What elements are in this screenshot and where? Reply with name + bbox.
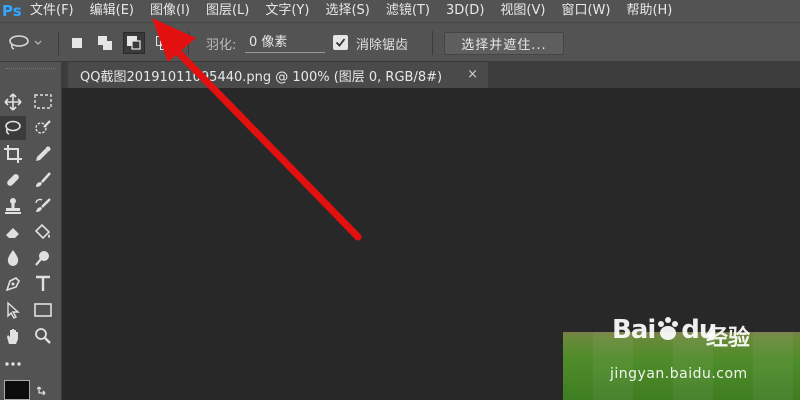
rectangle-tool[interactable] bbox=[30, 298, 56, 322]
hand-icon bbox=[7, 329, 18, 344]
menu-filter[interactable]: 滤镜(T) bbox=[378, 0, 438, 22]
menu-image[interactable]: 图像(I) bbox=[142, 0, 198, 22]
menu-select[interactable]: 选择(S) bbox=[317, 0, 377, 22]
blur-tool[interactable] bbox=[0, 246, 26, 270]
separator bbox=[58, 31, 59, 55]
panel-grip bbox=[6, 68, 56, 72]
hand-tool[interactable] bbox=[0, 324, 26, 348]
paw-icon bbox=[658, 317, 679, 340]
healing-brush-tool[interactable] bbox=[0, 168, 26, 192]
add-selection-icon bbox=[98, 36, 112, 50]
crop-icon bbox=[4, 145, 22, 163]
menu-3d[interactable]: 3D(D) bbox=[438, 0, 492, 22]
feather-label: 羽化: bbox=[206, 38, 237, 53]
paint-bucket-icon bbox=[34, 223, 51, 240]
tools-panel bbox=[0, 62, 62, 400]
quick-select-icon bbox=[35, 120, 51, 134]
separator bbox=[188, 31, 189, 55]
magnifier-handle-icon bbox=[35, 251, 49, 266]
brush-icon bbox=[36, 172, 51, 187]
select-and-mask-button[interactable]: 选择并遮住... bbox=[444, 32, 564, 55]
paint-bucket-tool[interactable] bbox=[30, 220, 56, 244]
rectangle-icon bbox=[34, 303, 52, 317]
foreground-color-swatch[interactable] bbox=[2, 380, 32, 400]
move-icon bbox=[4, 93, 22, 111]
eyedropper-tool[interactable] bbox=[30, 142, 56, 166]
zoom-icon bbox=[35, 328, 51, 344]
drop-icon bbox=[7, 250, 19, 266]
new-selection-icon bbox=[72, 38, 82, 48]
menu-bar: Ps 文件(F) 编辑(E) 图像(I) 图层(L) 文字(Y) 选择(S) 滤… bbox=[0, 0, 800, 22]
eyedropper-icon bbox=[36, 146, 51, 161]
menu-help[interactable]: 帮助(H) bbox=[618, 0, 680, 22]
history-brush-tool[interactable] bbox=[30, 194, 56, 218]
menu-window[interactable]: 窗口(W) bbox=[553, 0, 618, 22]
photoshop-logo: Ps bbox=[2, 2, 22, 20]
eraser-icon bbox=[6, 228, 19, 238]
lasso-icon bbox=[5, 120, 21, 135]
foreground-color-chip bbox=[4, 380, 30, 400]
add-to-selection-button[interactable] bbox=[94, 32, 116, 54]
menu-layer[interactable]: 图层(L) bbox=[198, 0, 257, 22]
eraser-tool[interactable] bbox=[0, 220, 26, 244]
pen-tool[interactable] bbox=[0, 272, 26, 296]
menu-type[interactable]: 文字(Y) bbox=[257, 0, 317, 22]
close-icon[interactable]: × bbox=[467, 67, 478, 82]
type-icon bbox=[36, 275, 50, 291]
stamp-icon bbox=[5, 198, 21, 214]
feather-input[interactable]: 0 像素 bbox=[245, 33, 325, 53]
watermark-bai: Bai bbox=[612, 315, 656, 345]
new-selection-button[interactable] bbox=[66, 32, 88, 54]
rect-marquee-icon bbox=[34, 94, 52, 109]
swap-colors-button[interactable] bbox=[34, 382, 54, 396]
swap-arrow-icon bbox=[37, 386, 46, 395]
quick-selection-tool[interactable] bbox=[30, 116, 56, 140]
clone-stamp-tool[interactable] bbox=[0, 194, 26, 218]
watermark-url: jingyan.baidu.com bbox=[610, 366, 748, 382]
subtract-from-selection-button[interactable] bbox=[123, 32, 145, 54]
checkmark-icon bbox=[335, 38, 346, 47]
intersect-selection-icon bbox=[156, 36, 170, 50]
menu-view[interactable]: 视图(V) bbox=[492, 0, 553, 22]
edit-toolbar-button[interactable] bbox=[0, 352, 26, 376]
path-selection-tool[interactable] bbox=[0, 298, 26, 322]
dodge-tool[interactable] bbox=[30, 246, 56, 270]
separator bbox=[432, 31, 433, 55]
document-tab-bar: QQ截图20191011095440.png @ 100% (图层 0, RGB… bbox=[62, 62, 800, 88]
antialias-label: 消除锯齿 bbox=[356, 38, 409, 53]
type-tool[interactable] bbox=[30, 272, 56, 296]
document-tab[interactable]: QQ截图20191011095440.png @ 100% (图层 0, RGB… bbox=[68, 62, 488, 88]
zoom-tool[interactable] bbox=[30, 324, 56, 348]
more-icon bbox=[5, 362, 21, 366]
tool-preset-picker[interactable] bbox=[8, 33, 48, 53]
grass-stripe bbox=[753, 332, 793, 400]
antialias-checkbox[interactable] bbox=[333, 35, 348, 50]
bandage-icon bbox=[7, 174, 19, 186]
intersect-selection-button[interactable] bbox=[152, 32, 174, 54]
arrow-cursor-icon bbox=[7, 301, 20, 319]
baidu-watermark-logo: Bai du bbox=[612, 315, 717, 345]
options-bar: 羽化: 0 像素 消除锯齿 选择并遮住... bbox=[0, 22, 800, 62]
pen-icon bbox=[5, 277, 20, 292]
marquee-tool[interactable] bbox=[30, 90, 56, 114]
lasso-tool[interactable] bbox=[0, 116, 26, 140]
document-tab-title: QQ截图20191011095440.png @ 100% (图层 0, RGB… bbox=[80, 69, 443, 85]
crop-tool[interactable] bbox=[0, 142, 26, 166]
brush-tool[interactable] bbox=[30, 168, 56, 192]
menu-edit[interactable]: 编辑(E) bbox=[82, 0, 142, 22]
watermark-jingyan: 经验 bbox=[706, 326, 751, 351]
subtract-selection-icon bbox=[127, 36, 141, 50]
lasso-icon bbox=[9, 35, 29, 50]
menu-file[interactable]: 文件(F) bbox=[22, 0, 82, 22]
chevron-down-icon bbox=[34, 40, 42, 45]
history-brush-icon bbox=[35, 198, 51, 212]
move-tool[interactable] bbox=[0, 90, 26, 114]
